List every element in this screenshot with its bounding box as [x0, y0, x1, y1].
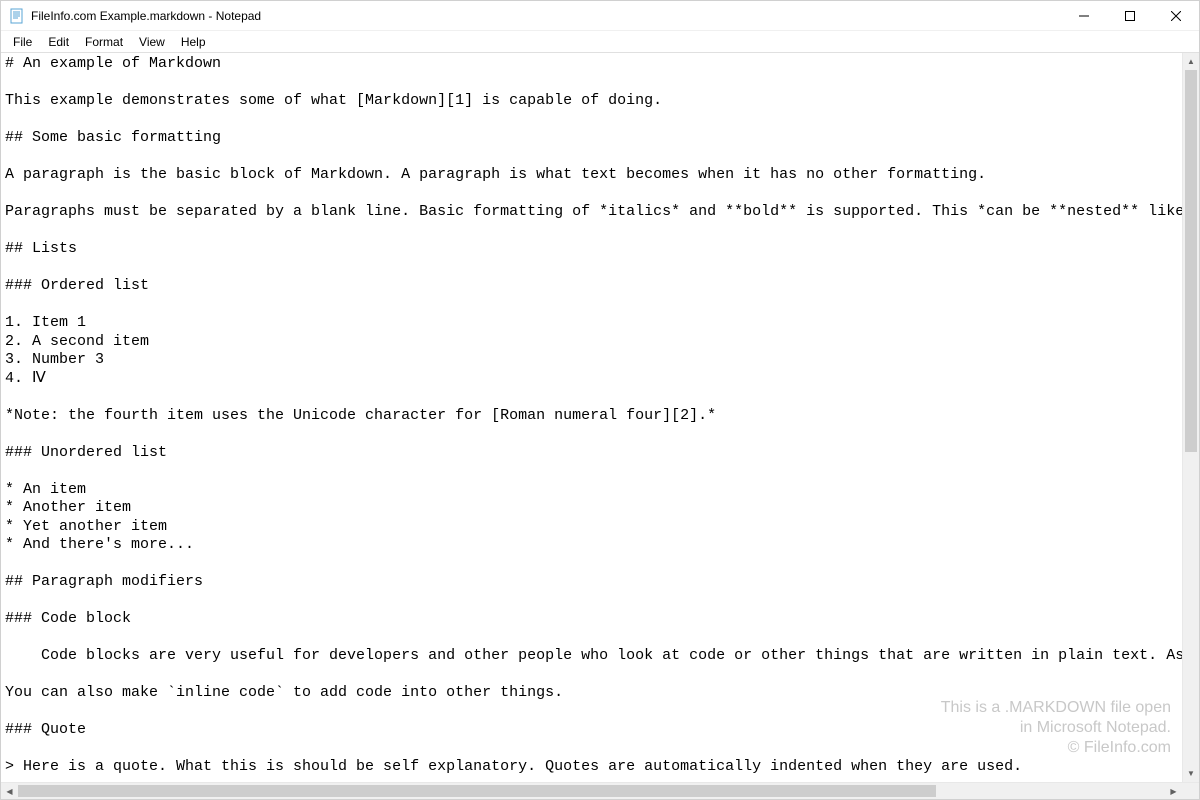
horizontal-scroll-track[interactable] [18, 783, 1165, 799]
vertical-scroll-track[interactable] [1183, 70, 1199, 765]
menu-help[interactable]: Help [173, 33, 214, 51]
vertical-scroll-thumb[interactable] [1185, 70, 1197, 452]
scroll-up-arrow-icon[interactable]: ▲ [1183, 53, 1199, 70]
menu-format[interactable]: Format [77, 33, 131, 51]
minimize-icon [1079, 11, 1089, 21]
maximize-button[interactable] [1107, 1, 1153, 30]
close-icon [1171, 11, 1181, 21]
window-title: FileInfo.com Example.markdown - Notepad [31, 9, 1061, 23]
scroll-left-arrow-icon[interactable]: ◀ [1, 783, 18, 799]
window-controls [1061, 1, 1199, 30]
menu-bar: File Edit Format View Help [1, 31, 1199, 53]
notepad-icon [9, 8, 25, 24]
menu-view[interactable]: View [131, 33, 173, 51]
horizontal-scrollbar[interactable]: ◀ ▶ [1, 782, 1199, 799]
scrollbar-corner [1182, 783, 1199, 799]
text-editor[interactable]: # An example of Markdown This example de… [1, 53, 1182, 782]
title-bar: FileInfo.com Example.markdown - Notepad [1, 1, 1199, 31]
menu-file[interactable]: File [5, 33, 40, 51]
close-button[interactable] [1153, 1, 1199, 30]
menu-edit[interactable]: Edit [40, 33, 77, 51]
minimize-button[interactable] [1061, 1, 1107, 30]
scroll-right-arrow-icon[interactable]: ▶ [1165, 783, 1182, 799]
horizontal-scroll-thumb[interactable] [18, 785, 936, 797]
vertical-scrollbar[interactable]: ▲ ▼ [1182, 53, 1199, 782]
maximize-icon [1125, 11, 1135, 21]
scroll-down-arrow-icon[interactable]: ▼ [1183, 765, 1199, 782]
content-area: # An example of Markdown This example de… [1, 53, 1199, 782]
